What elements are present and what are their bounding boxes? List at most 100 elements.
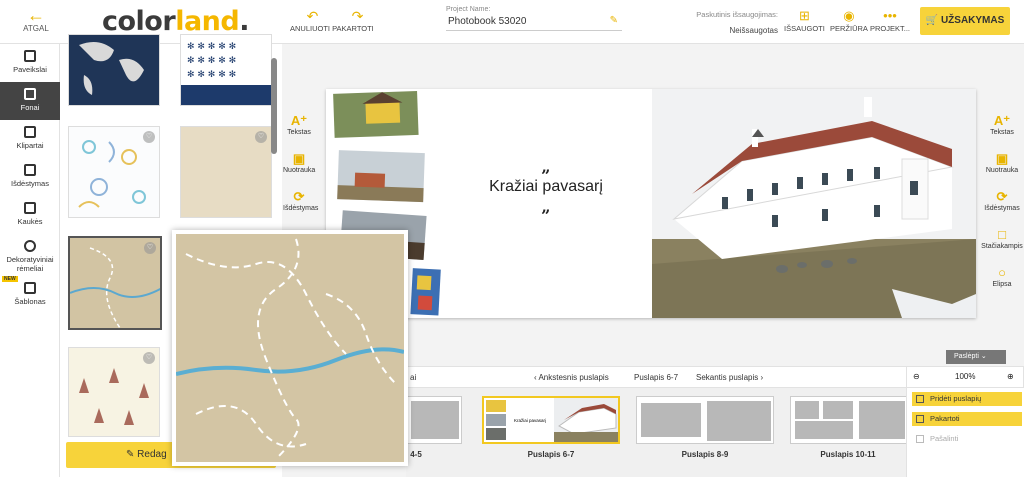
- project-name-field[interactable]: Project Name: Photobook 53020 ✎: [446, 6, 622, 31]
- duplicate-button[interactable]: Pakartoti: [912, 412, 1022, 426]
- back-label: ATGAL: [23, 24, 49, 33]
- save-status-caption: Paskutinis išsaugojimas:: [696, 10, 778, 19]
- zoom-value: 100%: [955, 372, 976, 381]
- add-photo-tool[interactable]: ▣ Nuotrauka: [980, 150, 1024, 188]
- trash-icon: [916, 435, 924, 443]
- tool-cliparts[interactable]: Klipartai: [0, 120, 60, 158]
- quote-text: Kražiai pavasarį: [489, 178, 603, 195]
- add-photo-tool-left[interactable]: ▣ Nuotrauka: [283, 150, 315, 188]
- project-menu-button[interactable]: ••• PROJEKT...: [870, 8, 910, 33]
- photo-plus-icon: ▣: [292, 151, 306, 166]
- new-badge: NEW: [2, 276, 18, 282]
- zoom-control: ⊖ 100% ⊕: [906, 366, 1024, 388]
- preview-button[interactable]: ◉ PERŽIŪRA: [830, 8, 868, 33]
- canvas-left-tools: A⁺ Tekstas ▣ Nuotrauka ⟳ Išdėstymas: [283, 112, 318, 226]
- spread-label-10-11: Puslapis 10-11: [820, 450, 876, 459]
- spread-thumb-6-7[interactable]: Kražiai pavasarį: [482, 396, 620, 444]
- save-button[interactable]: ⊞ IŠSAUGOTI: [784, 8, 825, 33]
- tool-backgrounds[interactable]: Fonai: [0, 82, 60, 120]
- quote-open: „: [541, 157, 551, 176]
- back-button[interactable]: ← ATGAL: [18, 6, 54, 33]
- layout-icon: [24, 164, 36, 176]
- frame-icon: [24, 240, 36, 252]
- spread-6-7-preview: Kražiai pavasarį: [486, 398, 618, 442]
- canvas-right-tools: A⁺ Tekstas ▣ Nuotrauka ⟳ Išdėstymas □ Stačia…: [980, 112, 1024, 302]
- layout-tool[interactable]: ⟳ Išdėstymas: [980, 188, 1024, 226]
- tool-masks[interactable]: Kaukės: [0, 196, 60, 234]
- spread-label-6-7: Puslapis 6-7: [527, 450, 575, 459]
- favorite-heart-icon[interactable]: ♡: [255, 131, 267, 143]
- order-button[interactable]: 🛒 UŽSAKYMAS: [920, 7, 1010, 35]
- zoom-in-icon[interactable]: ⊕: [1007, 372, 1014, 381]
- background-thumb-map-selected[interactable]: ♡: [68, 236, 162, 330]
- undo-redo-label[interactable]: ANULIUOTI PAKARTOTI: [290, 24, 380, 33]
- favorite-heart-icon[interactable]: ♡: [143, 131, 155, 143]
- ellipse-tool[interactable]: ○ Elipsa: [980, 264, 1024, 302]
- background-thumb-parchment[interactable]: ♡: [180, 126, 272, 218]
- refresh-icon: ⟳: [293, 189, 305, 204]
- rectangle-icon: □: [998, 227, 1006, 242]
- map-background-preview: [175, 234, 405, 462]
- current-page-label: Puslapis 6-7: [634, 373, 679, 382]
- quote-text-box[interactable]: „ Kražiai pavasarį „: [476, 157, 616, 217]
- panel-scrollbar[interactable]: [271, 58, 277, 154]
- rectangle-tool[interactable]: □ Stačiakampis: [980, 226, 1024, 264]
- mask-icon: [24, 202, 36, 214]
- add-page-icon: [916, 395, 924, 403]
- favorite-heart-icon[interactable]: ♡: [143, 352, 155, 364]
- left-toolbar: Paveikslai Fonai Klipartai Išdėstymas Ka…: [0, 44, 60, 477]
- cart-icon: 🛒: [925, 15, 939, 26]
- background-thumb-paisley[interactable]: ♡: [68, 126, 160, 218]
- zoom-out-icon[interactable]: ⊖: [913, 372, 920, 381]
- add-text-tool[interactable]: A⁺ Tekstas: [980, 112, 1024, 150]
- refresh-icon: ⟳: [996, 189, 1008, 204]
- background-thumb-world-map[interactable]: [68, 34, 160, 106]
- next-page-button[interactable]: Sekantis puslapis ›: [696, 373, 763, 382]
- favorite-heart-icon[interactable]: ♡: [144, 242, 156, 254]
- layout-tool-left[interactable]: ⟳ Išdėstymas: [283, 188, 318, 226]
- image-icon: [24, 50, 36, 62]
- background-thumb-snowflakes[interactable]: ✻ ✻ ✻ ✻ ✻ ✻ ✻ ✻ ✻ ✻ ✻ ✻ ✻ ✻ ✻: [180, 34, 272, 106]
- project-name-value[interactable]: Photobook 53020: [448, 16, 526, 27]
- pencil-icon: ✎: [126, 449, 138, 460]
- eye-icon: ◉: [843, 8, 855, 23]
- quote-close: „: [541, 197, 551, 216]
- spread-thumb-4-5[interactable]: [406, 396, 462, 444]
- photobook-spread[interactable]: „ Kražiai pavasarį „: [326, 87, 976, 319]
- spread-label-4-5: 4-5: [410, 450, 422, 459]
- text-plus-icon: A⁺: [993, 113, 1011, 128]
- save-status: Paskutinis išsaugojimas: Neišsaugotas: [688, 10, 778, 35]
- shapes-icon: [24, 126, 36, 138]
- pencil-icon[interactable]: ✎: [610, 15, 618, 26]
- manor-photo: [652, 89, 976, 318]
- backgrounds-icon: [24, 88, 36, 100]
- save-status-value: Neišsaugotas: [729, 26, 778, 35]
- background-thumb-forest[interactable]: ♡: [68, 347, 160, 437]
- copy-icon: [916, 415, 924, 423]
- spread-thumb-8-9[interactable]: [636, 396, 774, 444]
- svg-text:✻ ✻ ✻ ✻ ✻: ✻ ✻ ✻ ✻ ✻: [187, 56, 236, 66]
- svg-text:✻ ✻ ✻ ✻ ✻: ✻ ✻ ✻ ✻ ✻: [187, 42, 236, 52]
- colorland-logo: colorland.: [102, 6, 249, 37]
- delete-button[interactable]: Pašalinti: [912, 432, 1022, 446]
- redo-icon[interactable]: ↷: [352, 8, 364, 24]
- text-plus-icon: A⁺: [290, 113, 308, 128]
- world-map-pattern: [79, 41, 144, 95]
- undo-icon[interactable]: ↶: [307, 8, 319, 24]
- tool-images[interactable]: Paveikslai: [0, 44, 60, 82]
- tool-layout[interactable]: Išdėstymas: [0, 158, 60, 196]
- undo-redo-group: ↶ ↷ ANULIUOTI PAKARTOTI: [290, 8, 380, 33]
- svg-text:Kražiai pavasarį: Kražiai pavasarį: [514, 418, 546, 423]
- arrow-left-icon: ←: [27, 5, 45, 25]
- save-icon: ⊞: [798, 8, 810, 23]
- previous-page-button[interactable]: ‹ Ankstesnis puslapis: [534, 373, 609, 382]
- add-text-tool-left[interactable]: A⁺ Tekstas: [283, 112, 315, 150]
- tool-templates[interactable]: NEW Šablonas: [0, 276, 60, 314]
- project-name-caption: Project Name:: [446, 6, 491, 13]
- add-pages-button[interactable]: Pridėti puslapių: [912, 392, 1022, 406]
- snowflake-pattern: ✻ ✻ ✻ ✻ ✻ ✻ ✻ ✻ ✻ ✻ ✻ ✻ ✻ ✻ ✻: [181, 42, 271, 105]
- hide-pages-button[interactable]: Paslėpti ⌄: [946, 350, 1006, 364]
- nav-first-stub[interactable]: ai: [410, 373, 416, 382]
- tool-frames[interactable]: Dekoratyviniai rėmeliai: [0, 234, 60, 276]
- right-page[interactable]: [652, 89, 976, 318]
